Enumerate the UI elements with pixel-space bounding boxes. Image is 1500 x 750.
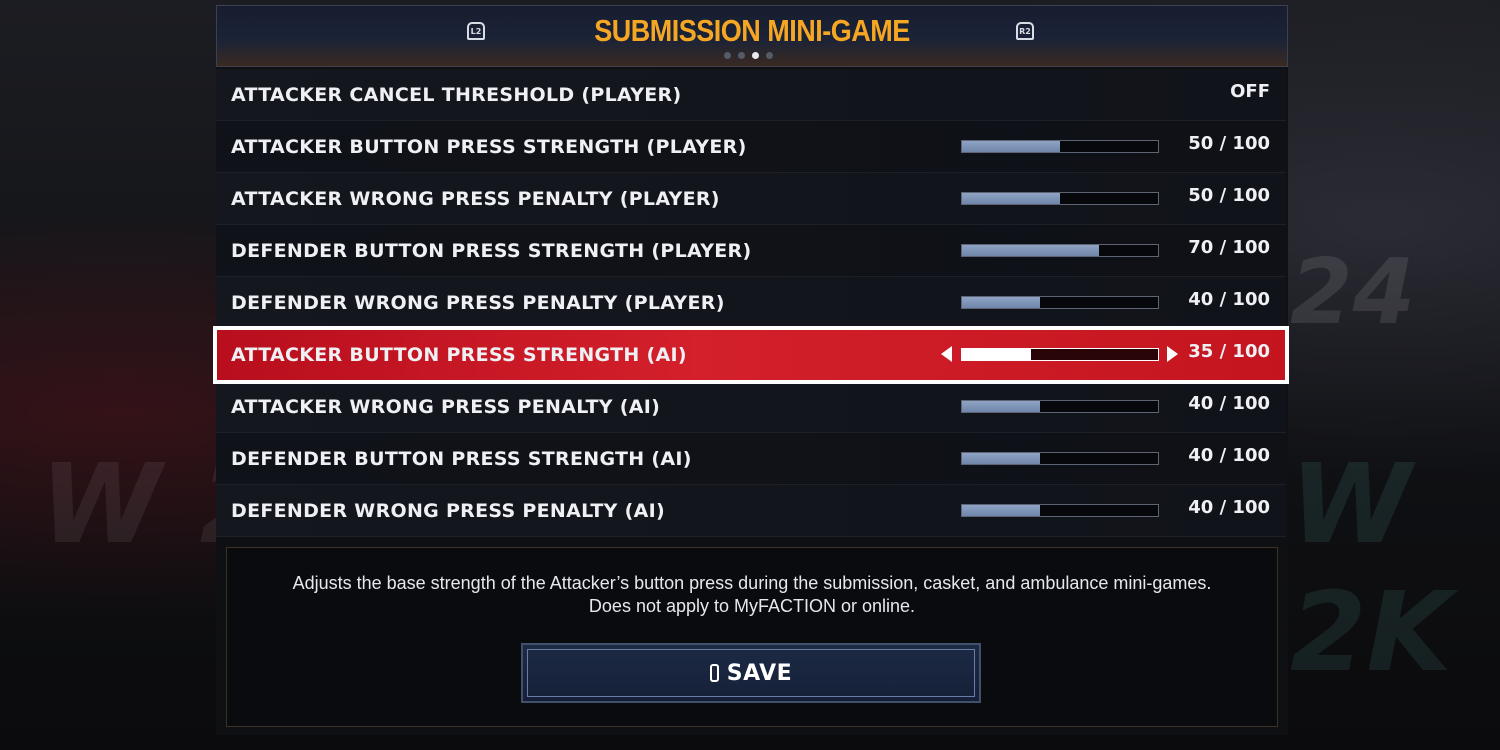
r2-trigger-icon[interactable]: R2: [1016, 22, 1034, 40]
setting-row[interactable]: DEFENDER BUTTON PRESS STRENGTH (AI) 40 /…: [216, 433, 1286, 485]
save-button[interactable]: SAVE: [521, 643, 981, 703]
setting-row[interactable]: ATTACKER BUTTON PRESS STRENGTH (PLAYER) …: [216, 121, 1286, 173]
setting-label: ATTACKER CANCEL THRESHOLD (PLAYER): [231, 84, 682, 106]
setting-slider[interactable]: [961, 192, 1159, 205]
setting-value: 70 / 100: [1188, 237, 1270, 258]
setting-row[interactable]: ATTACKER WRONG PRESS PENALTY (PLAYER) 50…: [216, 173, 1286, 225]
setting-label: DEFENDER BUTTON PRESS STRENGTH (PLAYER): [231, 240, 752, 262]
save-button-label: SAVE: [726, 660, 793, 686]
setting-slider[interactable]: [961, 244, 1159, 257]
settings-list: ATTACKER CANCEL THRESHOLD (PLAYER) OFF A…: [213, 69, 1289, 537]
setting-label: ATTACKER BUTTON PRESS STRENGTH (PLAYER): [231, 136, 747, 158]
setting-description: Adjusts the base strength of the Attacke…: [227, 572, 1277, 618]
page-title: SUBMISSION MINI-GAME: [594, 14, 910, 48]
page-dot: [738, 52, 745, 59]
setting-value: 50 / 100: [1188, 185, 1270, 206]
panel-header: L2 SUBMISSION MINI-GAME R2: [216, 5, 1288, 67]
setting-value: 40 / 100: [1188, 289, 1270, 310]
setting-value: 40 / 100: [1188, 497, 1270, 518]
setting-slider[interactable]: [961, 296, 1159, 309]
setting-label: ATTACKER BUTTON PRESS STRENGTH (AI): [231, 344, 687, 366]
setting-slider[interactable]: [961, 140, 1159, 153]
setting-row[interactable]: ATTACKER WRONG PRESS PENALTY (AI) 40 / 1…: [216, 381, 1286, 433]
decrease-arrow-icon[interactable]: [941, 346, 952, 362]
slider-fill: [962, 453, 1041, 464]
slider-fill: [962, 349, 1031, 360]
page-indicator: [724, 52, 773, 59]
page-dot-active: [752, 52, 759, 59]
setting-row[interactable]: DEFENDER WRONG PRESS PENALTY (AI) 40 / 1…: [216, 485, 1286, 537]
setting-value: 40 / 100: [1188, 445, 1270, 466]
slider-fill: [962, 193, 1060, 204]
slider-fill: [962, 505, 1041, 516]
setting-slider[interactable]: [961, 348, 1159, 361]
description-line: Adjusts the base strength of the Attacke…: [292, 573, 1212, 593]
slider-fill: [962, 141, 1060, 152]
setting-row[interactable]: ATTACKER CANCEL THRESHOLD (PLAYER) OFF: [216, 69, 1286, 121]
increase-arrow-icon[interactable]: [1167, 346, 1178, 362]
setting-label: DEFENDER BUTTON PRESS STRENGTH (AI): [231, 448, 692, 470]
setting-row[interactable]: DEFENDER WRONG PRESS PENALTY (PLAYER) 40…: [216, 277, 1286, 329]
setting-value: 50 / 100: [1188, 133, 1270, 154]
page-dot: [766, 52, 773, 59]
settings-panel: L2 SUBMISSION MINI-GAME R2 ATTACKER CANC…: [213, 5, 1289, 735]
setting-slider[interactable]: [961, 452, 1159, 465]
slider-fill: [962, 401, 1041, 412]
setting-value: 40 / 100: [1188, 393, 1270, 414]
controller-button-icon: [709, 664, 719, 682]
setting-value: OFF: [1230, 81, 1270, 102]
page-dot: [724, 52, 731, 59]
background-logo-right: W 2K: [1290, 440, 1452, 696]
setting-label: ATTACKER WRONG PRESS PENALTY (AI): [231, 396, 661, 418]
setting-label: DEFENDER WRONG PRESS PENALTY (AI): [231, 500, 665, 522]
setting-slider[interactable]: [961, 400, 1159, 413]
background-logo-right-top: 24: [1290, 240, 1416, 345]
setting-slider[interactable]: [961, 504, 1159, 517]
description-panel: Adjusts the base strength of the Attacke…: [226, 547, 1278, 727]
setting-row-selected[interactable]: ATTACKER BUTTON PRESS STRENGTH (AI) 35 /…: [213, 326, 1289, 384]
slider-fill: [962, 245, 1100, 256]
setting-row[interactable]: DEFENDER BUTTON PRESS STRENGTH (PLAYER) …: [216, 225, 1286, 277]
setting-label: ATTACKER WRONG PRESS PENALTY (PLAYER): [231, 188, 720, 210]
setting-value: 35 / 100: [1188, 341, 1270, 362]
setting-label: DEFENDER WRONG PRESS PENALTY (PLAYER): [231, 292, 725, 314]
slider-fill: [962, 297, 1041, 308]
description-line: Does not apply to MyFACTION or online.: [588, 596, 916, 616]
